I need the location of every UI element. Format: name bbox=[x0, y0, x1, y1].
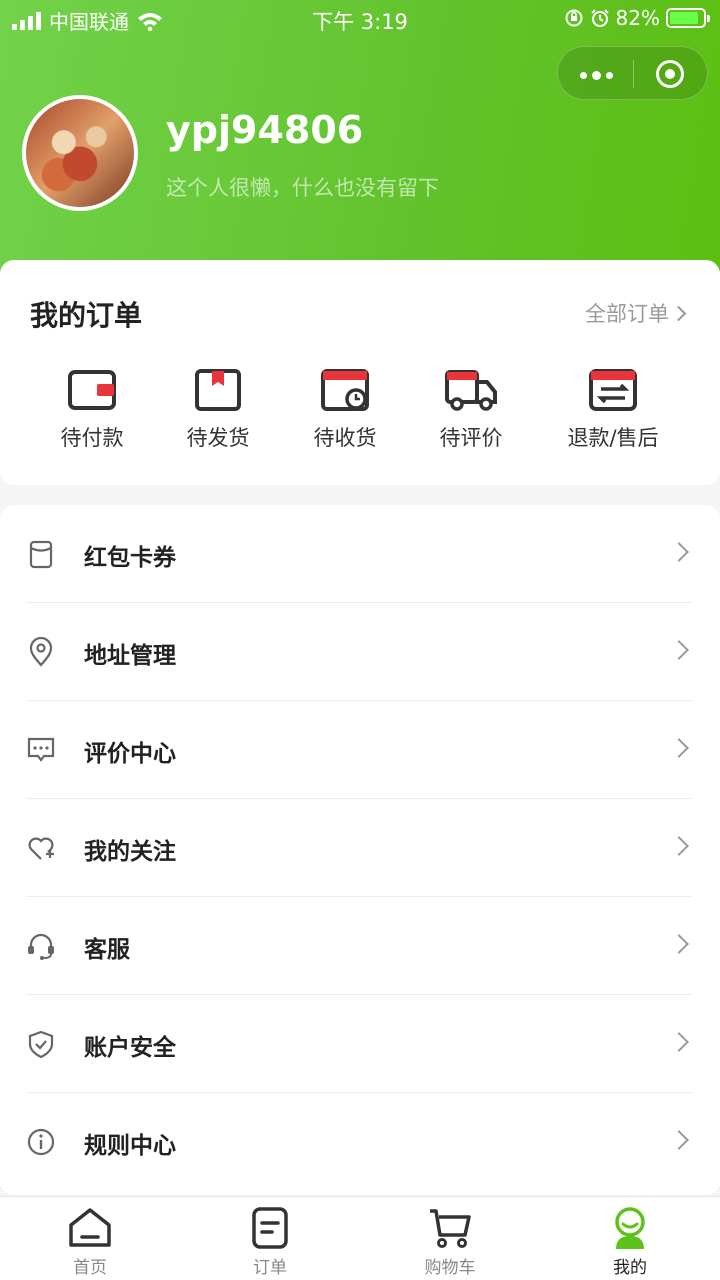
profile-icon bbox=[615, 1207, 645, 1249]
order-pending-receipt[interactable]: 待收货 bbox=[285, 368, 405, 452]
tab-label: 购物车 bbox=[424, 1258, 476, 1278]
home-icon bbox=[69, 1208, 111, 1247]
all-orders-link[interactable]: 全部订单 bbox=[585, 298, 687, 328]
my-orders-card: 我的订单 全部订单 待付款 待发货 待收货 待评价 退款/售后 bbox=[0, 260, 720, 485]
bottom-tab-bar: 首页 订单 购物车 我的 bbox=[0, 1196, 720, 1280]
chevron-right-icon bbox=[669, 542, 689, 562]
order-refund-aftersale[interactable]: 退款/售后 bbox=[553, 368, 673, 452]
user-bio: 这个人很懒，什么也没有留下 bbox=[166, 176, 439, 200]
menu-item-reviews[interactable]: 评价中心 bbox=[0, 701, 720, 799]
battery-percent: 82% bbox=[615, 6, 660, 30]
chevron-right-icon bbox=[669, 934, 689, 954]
order-label: 待评价 bbox=[439, 426, 503, 450]
tab-home[interactable]: 首页 bbox=[30, 1205, 150, 1278]
wallet-icon bbox=[68, 370, 116, 410]
info-icon bbox=[27, 1128, 55, 1156]
truck-icon bbox=[445, 370, 497, 411]
menu-label: 账户安全 bbox=[84, 1035, 176, 1061]
coupon-icon bbox=[29, 540, 53, 569]
order-pending-shipment[interactable]: 待发货 bbox=[158, 368, 278, 452]
order-label: 退款/售后 bbox=[567, 426, 659, 450]
chevron-right-icon bbox=[669, 738, 689, 758]
orders-title: 我的订单 bbox=[30, 299, 143, 332]
status-bar: 中国联通 下午 3:19 82% bbox=[0, 0, 720, 38]
menu-label: 地址管理 bbox=[84, 643, 176, 669]
order-label: 待付款 bbox=[60, 426, 124, 450]
tab-label: 我的 bbox=[613, 1258, 647, 1278]
menu-item-following[interactable]: 我的关注 bbox=[0, 799, 720, 897]
tab-label: 首页 bbox=[73, 1258, 107, 1278]
more-dots-icon[interactable] bbox=[580, 71, 613, 80]
miniprogram-capsule bbox=[557, 46, 708, 100]
menu-label: 规则中心 bbox=[84, 1133, 176, 1159]
profile-header: 中国联通 下午 3:19 82% ypj94806 这个人很懒，什么也没有留下 bbox=[0, 0, 720, 290]
username: ypj94806 bbox=[166, 108, 364, 152]
capsule-divider bbox=[633, 60, 634, 88]
menu-item-customer-service[interactable]: 客服 bbox=[0, 897, 720, 995]
menu-label: 我的关注 bbox=[84, 839, 176, 865]
chevron-right-icon bbox=[669, 640, 689, 660]
tab-orders[interactable]: 订单 bbox=[210, 1205, 330, 1278]
menu-item-coupons[interactable]: 红包卡券 bbox=[0, 505, 720, 603]
package-icon bbox=[195, 369, 241, 411]
order-label: 待收货 bbox=[313, 426, 377, 450]
menu-label: 评价中心 bbox=[84, 741, 176, 767]
menu-item-account-security[interactable]: 账户安全 bbox=[0, 995, 720, 1093]
cart-icon bbox=[430, 1209, 471, 1248]
chevron-right-icon bbox=[669, 1032, 689, 1052]
chevron-right-icon bbox=[670, 305, 687, 321]
all-orders-label: 全部订单 bbox=[585, 302, 669, 326]
tab-label: 订单 bbox=[253, 1258, 287, 1278]
menu-item-address[interactable]: 地址管理 bbox=[0, 603, 720, 701]
menu-item-rules[interactable]: 规则中心 bbox=[0, 1093, 720, 1191]
rotation-lock-icon bbox=[565, 9, 583, 27]
menu-label: 客服 bbox=[84, 937, 130, 963]
heart-plus-icon bbox=[28, 837, 54, 860]
tab-profile[interactable]: 我的 bbox=[570, 1205, 690, 1278]
order-pending-payment[interactable]: 待付款 bbox=[32, 368, 152, 452]
receive-box-icon bbox=[321, 369, 369, 411]
headset-icon bbox=[28, 933, 54, 960]
shield-icon bbox=[28, 1030, 54, 1059]
chevron-right-icon bbox=[669, 836, 689, 856]
order-pending-review[interactable]: 待评价 bbox=[411, 368, 531, 452]
order-label: 待发货 bbox=[186, 426, 250, 450]
chevron-right-icon bbox=[669, 1130, 689, 1150]
comment-icon bbox=[27, 737, 55, 762]
refund-icon bbox=[589, 369, 637, 411]
menu-label: 红包卡券 bbox=[84, 545, 176, 571]
close-target-icon[interactable] bbox=[656, 60, 684, 88]
order-doc-icon bbox=[252, 1207, 288, 1249]
location-pin-icon bbox=[29, 637, 53, 667]
avatar[interactable] bbox=[22, 95, 138, 211]
tab-cart[interactable]: 购物车 bbox=[390, 1205, 510, 1278]
alarm-icon bbox=[590, 9, 609, 27]
battery-icon bbox=[666, 8, 710, 28]
settings-menu: 红包卡券 地址管理 评价中心 我的关注 客服 账户安全 规则中心 bbox=[0, 505, 720, 1195]
